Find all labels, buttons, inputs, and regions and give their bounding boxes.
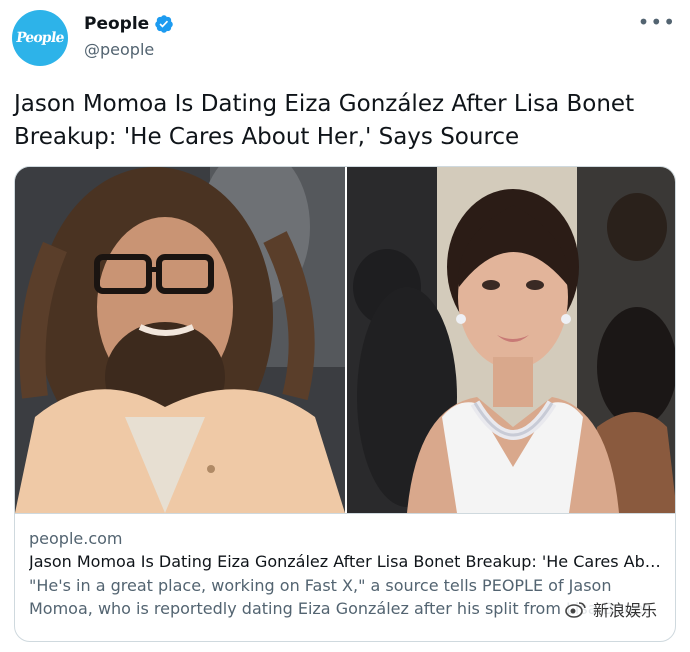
watermark-text: 新浪娱乐 bbox=[592, 601, 657, 620]
card-image[interactable] bbox=[15, 167, 675, 513]
photo-woman bbox=[347, 167, 675, 513]
avatar[interactable]: People bbox=[12, 10, 68, 66]
avatar-logo-text: People bbox=[15, 30, 65, 46]
photo-man bbox=[15, 167, 345, 513]
weibo-eye-icon bbox=[565, 602, 586, 618]
display-name[interactable]: People bbox=[84, 14, 149, 34]
watermark: 新浪娱乐 bbox=[560, 595, 661, 623]
card-domain: people.com bbox=[29, 529, 123, 548]
tweet: People People @people ••• Jason Momoa Is… bbox=[0, 0, 690, 652]
card-title: Jason Momoa Is Dating Eiza González Afte… bbox=[29, 552, 661, 571]
more-icon[interactable]: ••• bbox=[638, 10, 676, 34]
author-row: People bbox=[84, 14, 174, 34]
handle[interactable]: @people bbox=[84, 40, 154, 59]
tweet-text: Jason Momoa Is Dating Eiza González Afte… bbox=[14, 91, 635, 150]
verified-badge-icon bbox=[155, 15, 173, 33]
link-card[interactable]: people.com Jason Momoa Is Dating Eiza Go… bbox=[14, 166, 676, 642]
